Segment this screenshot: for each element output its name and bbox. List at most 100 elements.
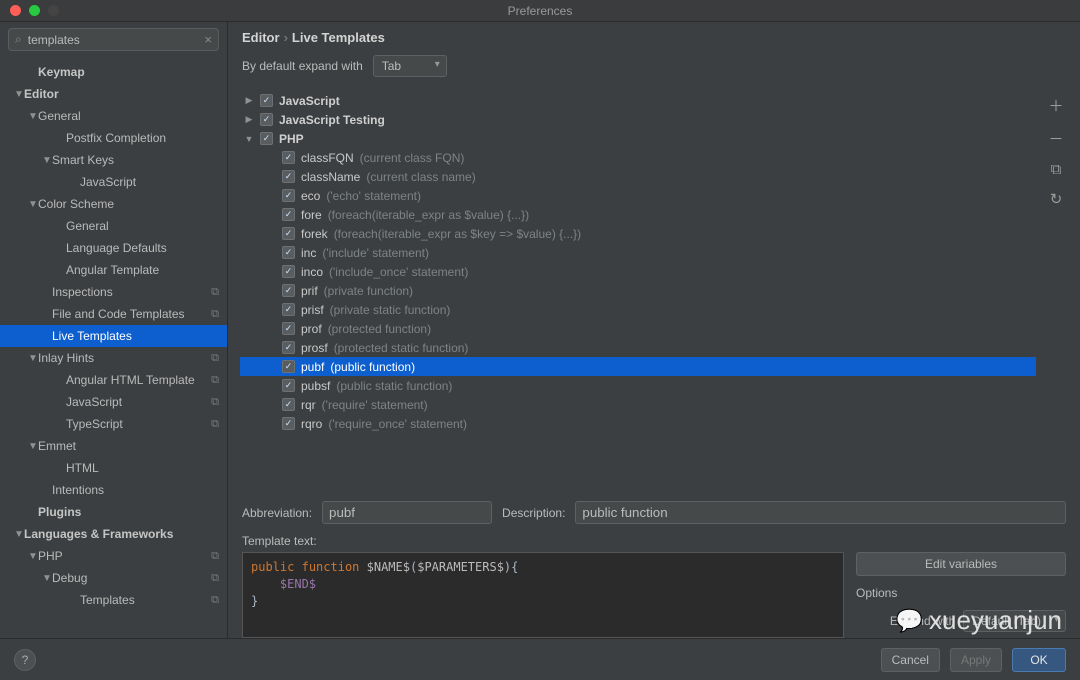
sidebar-item[interactable]: ▼Languages & Frameworks xyxy=(0,523,227,545)
sidebar-item[interactable]: ▼Inlay Hints⧉ xyxy=(0,347,227,369)
template-checkbox[interactable]: ✓ xyxy=(282,379,295,392)
template-item[interactable]: ✓ rqro ('require_once' statement) xyxy=(240,414,1036,433)
template-checkbox[interactable]: ✓ xyxy=(282,322,295,335)
sidebar-item[interactable]: JavaScript xyxy=(0,171,227,193)
template-group[interactable]: ▶ ✓ JavaScript xyxy=(240,91,1036,110)
template-hint: (public static function) xyxy=(336,379,452,393)
sidebar-item[interactable]: Intentions xyxy=(0,479,227,501)
search-input[interactable] xyxy=(28,33,205,47)
template-item[interactable]: ✓ prif (private function) xyxy=(240,281,1036,300)
template-item[interactable]: ✓ inc ('include' statement) xyxy=(240,243,1036,262)
copy-icon[interactable]: ⧉ xyxy=(1051,161,1062,178)
sidebar-item[interactable]: Templates⧉ xyxy=(0,589,227,611)
template-checkbox[interactable]: ✓ xyxy=(282,284,295,297)
sidebar-item[interactable]: JavaScript⧉ xyxy=(0,391,227,413)
chevron-icon: ▶ xyxy=(244,114,254,125)
template-group[interactable]: ▶ ✓ JavaScript Testing xyxy=(240,110,1036,129)
template-hint: ('echo' statement) xyxy=(326,189,421,203)
expand-with-item-select[interactable]: Default (Tab) xyxy=(963,610,1066,632)
template-item[interactable]: ✓ prisf (private static function) xyxy=(240,300,1036,319)
sidebar-item[interactable]: TypeScript⧉ xyxy=(0,413,227,435)
template-checkbox[interactable]: ✓ xyxy=(282,265,295,278)
template-checkbox[interactable]: ✓ xyxy=(282,189,295,202)
template-checkbox[interactable]: ✓ xyxy=(282,151,295,164)
template-checkbox[interactable]: ✓ xyxy=(282,170,295,183)
template-checkbox[interactable]: ✓ xyxy=(282,208,295,221)
sidebar-item[interactable]: Language Defaults xyxy=(0,237,227,259)
help-button[interactable]: ? xyxy=(14,649,36,671)
template-group[interactable]: ▼ ✓ PHP xyxy=(240,129,1036,148)
sidebar-item[interactable]: Angular Template xyxy=(0,259,227,281)
template-item[interactable]: ✓ pubsf (public static function) xyxy=(240,376,1036,395)
sidebar-item-label: File and Code Templates xyxy=(52,307,185,321)
template-item[interactable]: ✓ prof (protected function) xyxy=(240,319,1036,338)
content-panel: Editor›Live Templates By default expand … xyxy=(228,22,1080,680)
sidebar-item[interactable]: ▼Editor xyxy=(0,83,227,105)
remove-icon[interactable]: － xyxy=(1048,128,1063,149)
sidebar-item-label: Postfix Completion xyxy=(66,131,166,145)
sidebar-item[interactable]: ▼General xyxy=(0,105,227,127)
template-item[interactable]: ✓ className (current class name) xyxy=(240,167,1036,186)
sidebar-item[interactable]: Inspections⧉ xyxy=(0,281,227,303)
template-checkbox[interactable]: ✓ xyxy=(282,398,295,411)
sidebar-item-label: TypeScript xyxy=(66,417,123,431)
template-item[interactable]: ✓ inco ('include_once' statement) xyxy=(240,262,1036,281)
template-item[interactable]: ✓ classFQN (current class FQN) xyxy=(240,148,1036,167)
template-item[interactable]: ✓ prosf (protected static function) xyxy=(240,338,1036,357)
sidebar-item-label: JavaScript xyxy=(80,175,136,189)
edit-variables-button[interactable]: Edit variables xyxy=(856,552,1066,576)
template-checkbox[interactable]: ✓ xyxy=(282,246,295,259)
template-item[interactable]: ✓ pubf (public function) xyxy=(240,357,1036,376)
sidebar-item[interactable]: Angular HTML Template⧉ xyxy=(0,369,227,391)
abbreviation-input[interactable] xyxy=(322,501,492,524)
sidebar-item[interactable]: HTML xyxy=(0,457,227,479)
cancel-button[interactable]: Cancel xyxy=(881,648,940,672)
sidebar-item[interactable]: ▼Emmet xyxy=(0,435,227,457)
template-abbr: prif xyxy=(301,284,318,298)
sidebar-item-label: Editor xyxy=(24,87,59,101)
window-title: Preferences xyxy=(0,4,1080,18)
sidebar-item[interactable]: File and Code Templates⧉ xyxy=(0,303,227,325)
template-checkbox[interactable]: ✓ xyxy=(282,417,295,430)
sidebar-item[interactable]: ▼Smart Keys xyxy=(0,149,227,171)
template-list[interactable]: ▶ ✓ JavaScript▶ ✓ JavaScript Testing▼ ✓ … xyxy=(240,91,1036,489)
template-text-editor[interactable]: public function $NAME$($PARAMETERS$){ $E… xyxy=(242,552,844,638)
template-item[interactable]: ✓ fore (foreach(iterable_expr as $value)… xyxy=(240,205,1036,224)
template-hint: (public function) xyxy=(330,360,415,374)
template-checkbox[interactable]: ✓ xyxy=(282,227,295,240)
group-checkbox[interactable]: ✓ xyxy=(260,94,273,107)
sidebar-item[interactable]: Plugins xyxy=(0,501,227,523)
apply-button[interactable]: Apply xyxy=(950,648,1002,672)
sidebar-item[interactable]: ▼PHP⧉ xyxy=(0,545,227,567)
group-name: PHP xyxy=(279,132,304,146)
chevron-icon: ▼ xyxy=(42,155,52,166)
chevron-icon: ▼ xyxy=(28,199,38,210)
description-input[interactable] xyxy=(575,501,1066,524)
group-checkbox[interactable]: ✓ xyxy=(260,113,273,126)
search-input-wrap[interactable]: ⌕ × xyxy=(8,28,219,51)
sidebar-item[interactable]: General xyxy=(0,215,227,237)
group-checkbox[interactable]: ✓ xyxy=(260,132,273,145)
template-checkbox[interactable]: ✓ xyxy=(282,360,295,373)
template-abbr: rqr xyxy=(301,398,316,412)
profile-scope-icon: ⧉ xyxy=(211,550,219,563)
expand-with-select[interactable]: Tab xyxy=(373,55,447,77)
sidebar-item[interactable]: ▼Color Scheme xyxy=(0,193,227,215)
template-checkbox[interactable]: ✓ xyxy=(282,341,295,354)
ok-button[interactable]: OK xyxy=(1012,648,1066,672)
clear-search-icon[interactable]: × xyxy=(204,32,212,47)
sidebar-item[interactable]: Postfix Completion xyxy=(0,127,227,149)
add-icon[interactable]: ＋ xyxy=(1048,95,1063,116)
settings-tree[interactable]: Keymap▼Editor▼GeneralPostfix Completion▼… xyxy=(0,57,227,680)
toolbar-vertical: ＋ － ⧉ ↻ xyxy=(1044,91,1068,489)
template-item[interactable]: ✓ forek (foreach(iterable_expr as $key =… xyxy=(240,224,1036,243)
sidebar-item[interactable]: Live Templates xyxy=(0,325,227,347)
revert-icon[interactable]: ↻ xyxy=(1050,190,1063,208)
template-item[interactable]: ✓ eco ('echo' statement) xyxy=(240,186,1036,205)
group-name: JavaScript xyxy=(279,94,340,108)
sidebar-item-label: Language Defaults xyxy=(66,241,167,255)
sidebar-item[interactable]: ▼Debug⧉ xyxy=(0,567,227,589)
sidebar-item[interactable]: Keymap xyxy=(0,61,227,83)
template-item[interactable]: ✓ rqr ('require' statement) xyxy=(240,395,1036,414)
template-checkbox[interactable]: ✓ xyxy=(282,303,295,316)
